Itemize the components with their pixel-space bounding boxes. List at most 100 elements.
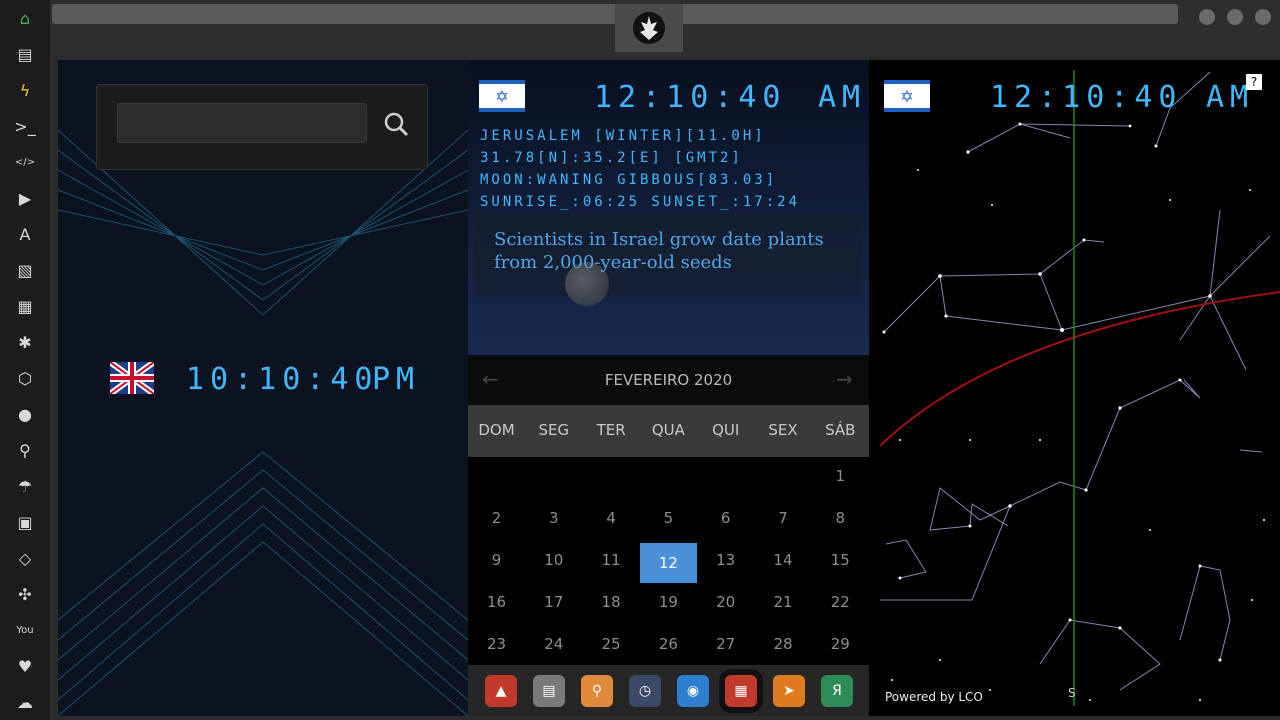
jerusalem-clock-time: 12:10:40 (594, 80, 787, 115)
search-box (96, 84, 428, 170)
calendar-day[interactable]: 9 (468, 551, 525, 569)
calendar-day[interactable]: 21 (755, 593, 812, 611)
news-box[interactable]: Scientists in Israel grow date plants fr… (475, 212, 861, 306)
calendar-day[interactable]: 20 (697, 593, 754, 611)
globe-icon[interactable]: ● (12, 403, 38, 425)
weekday-label: DOM (478, 421, 515, 439)
calendar-day[interactable]: 8 (812, 509, 869, 527)
clock-app-icon[interactable]: ◷ (629, 675, 661, 707)
yandex-app-icon[interactable]: Я (821, 675, 853, 707)
triangle-app-icon[interactable]: ▲ (485, 675, 517, 707)
news-app-icon[interactable]: ▤ (533, 675, 565, 707)
location-line: JERUSALEM [WINTER][11.0H] (480, 128, 766, 144)
cloud-icon[interactable]: ☁ (12, 691, 38, 713)
calendar-header: ← FEVEREIRO 2020 → (468, 355, 869, 405)
calendar: ← FEVEREIRO 2020 → DOM SEG TER QUA QUI SEX SÁB… (468, 355, 869, 716)
youtube-icon[interactable]: You (12, 619, 38, 641)
arrow-app-icon[interactable]: ➤ (773, 675, 805, 707)
code-icon[interactable]: </> (12, 151, 38, 173)
minimize-button[interactable] (1199, 9, 1215, 25)
sidebar: ⌂ ▤ ϟ >_ </> ▶ A ▧ ▦ ✱ ⬡ ● ⚲ ☂ ▣ ◇ ✣ You ♥ ☁ (0, 0, 50, 720)
calendar-day[interactable]: 7 (755, 509, 812, 527)
expand-icon[interactable]: ✣ (12, 583, 38, 605)
calendar-day[interactable]: 6 (697, 509, 754, 527)
calendar-day[interactable]: 22 (812, 593, 869, 611)
search-icon[interactable]: ⚲ (12, 439, 38, 461)
weekday-label: QUA (651, 421, 685, 439)
calendar-day[interactable]: 17 (525, 593, 582, 611)
calendar-day[interactable]: 10 (525, 551, 582, 569)
umbrella-icon[interactable]: ☂ (12, 475, 38, 497)
app-dock: ▲ ▤ ⚲ ◷ ◉ ▦ ➤ Я (468, 665, 869, 716)
star-map (880, 70, 1280, 706)
weekday-header: DOM SEG TER QUA QUI SEX SÁB (468, 405, 869, 457)
calendar-day[interactable]: 3 (525, 509, 582, 527)
lightning-icon[interactable]: ϟ (12, 79, 38, 101)
play-icon[interactable]: ▶ (12, 187, 38, 209)
translate-icon[interactable]: A (12, 223, 38, 245)
main-content: 10:10:40 PM ✡ 12:10:40 AM JERUSALEM [WIN… (58, 60, 1280, 716)
israel-flag-icon-right: ✡ (884, 80, 930, 112)
search-app-icon[interactable]: ⚲ (581, 675, 613, 707)
powered-by-label[interactable]: Powered by LCO (885, 690, 983, 704)
globe-app-icon[interactable]: ◉ (677, 675, 709, 707)
link-icon[interactable]: ◇ (12, 547, 38, 569)
calendar-day[interactable]: 19 (640, 593, 697, 611)
rebel-alliance-icon (633, 12, 665, 44)
contacts-icon[interactable]: ▣ (12, 511, 38, 533)
star-map-panel: ✡ 12:10:40 AM ? S Powered by LCO (880, 60, 1280, 716)
weekday-label: TER (596, 421, 626, 439)
search-icon (384, 112, 409, 137)
weekday-label: SEX (768, 421, 798, 439)
sun-line: SUNRISE_:06:25 SUNSET_:17:24 (480, 194, 801, 210)
calendar-day[interactable]: 29 (812, 635, 869, 653)
uk-clock-ampm: PM (372, 362, 421, 397)
next-month-icon[interactable]: → (836, 367, 853, 391)
home-icon[interactable]: ⌂ (12, 7, 38, 29)
search-button[interactable] (379, 107, 413, 141)
calendar-day[interactable]: 25 (583, 635, 640, 653)
calendar-day[interactable]: 5 (640, 509, 697, 527)
calendar-day[interactable]: 12 (639, 543, 697, 583)
coordinates-line: 31.78[N]:35.2[E] [GMT2] (480, 150, 743, 166)
help-button[interactable]: ? (1246, 74, 1262, 90)
hexagon-icon[interactable]: ⬡ (12, 367, 38, 389)
search-input[interactable] (117, 103, 367, 143)
calendar-title: FEVEREIRO 2020 (604, 371, 733, 389)
calendar-day[interactable]: 13 (697, 551, 754, 569)
calendar-day[interactable]: 2 (468, 509, 525, 527)
image-icon[interactable]: ▧ (12, 259, 38, 281)
middle-panel: ✡ 12:10:40 AM JERUSALEM [WINTER][11.0H] … (468, 60, 869, 716)
calendar-day[interactable]: 14 (755, 551, 812, 569)
rebel-logo-tab[interactable] (615, 4, 683, 52)
calendar-app-icon[interactable]: ▦ (719, 669, 763, 713)
calendar-day[interactable]: 26 (640, 635, 697, 653)
heart-icon[interactable]: ♥ (12, 655, 38, 677)
calendar-day[interactable]: 1 (812, 467, 869, 485)
calendar-day[interactable]: 15 (812, 551, 869, 569)
calendar-day[interactable]: 24 (525, 635, 582, 653)
calendar-day[interactable]: 23 (468, 635, 525, 653)
calendar-day[interactable]: 16 (468, 593, 525, 611)
star-map-clock-time: 12:10:40 (990, 80, 1183, 115)
calendar-day[interactable]: 4 (583, 509, 640, 527)
israel-flag-icon: ✡ (479, 80, 525, 112)
moon-line: MOON:WANING GIBBOUS[83.03] (480, 172, 778, 188)
close-button[interactable] (1255, 9, 1271, 25)
uk-flag-icon (110, 362, 154, 394)
weekday-label: SÁB (825, 421, 856, 439)
terminal-icon[interactable]: >_ (12, 115, 38, 137)
calendar-day[interactable]: 28 (755, 635, 812, 653)
maximize-button[interactable] (1227, 9, 1243, 25)
uk-clock-time: 10:10:40 (186, 362, 379, 397)
weekday-label: QUI (712, 421, 740, 439)
calendar-day[interactable]: 27 (697, 635, 754, 653)
settings-icon[interactable]: ✱ (12, 331, 38, 353)
left-panel: 10:10:40 PM (58, 60, 468, 716)
document-icon[interactable]: ▤ (12, 43, 38, 65)
news-headline[interactable]: Scientists in Israel grow date plants fr… (494, 228, 844, 274)
calendar-day[interactable]: 18 (583, 593, 640, 611)
jerusalem-clock-ampm: AM (818, 80, 867, 115)
news-icon[interactable]: ▦ (12, 295, 38, 317)
calendar-day[interactable]: 11 (583, 551, 640, 569)
